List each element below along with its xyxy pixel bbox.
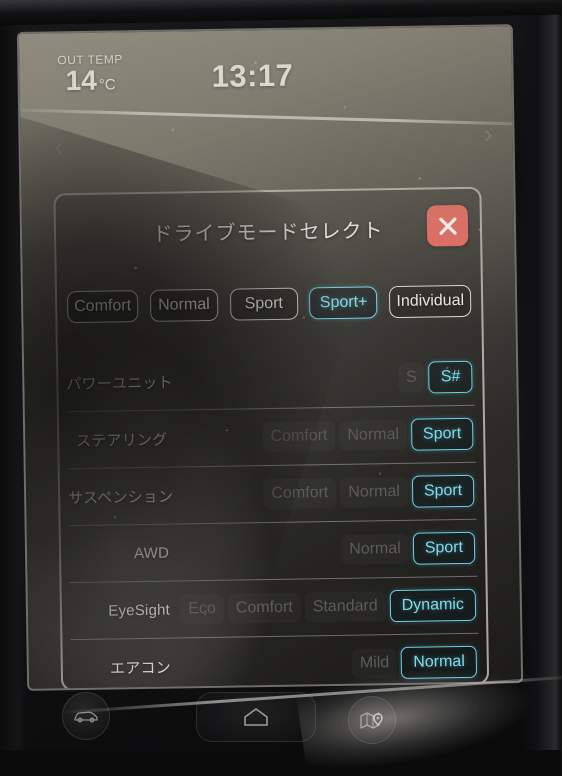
settings-option[interactable]: S# [428,360,473,394]
settings-option[interactable]: Mild [352,648,398,679]
settings-option[interactable]: Normal [339,420,407,451]
settings-row: EyeSight Eco Comfort Standard Dynamic [69,576,479,641]
drive-mode-chip-sport[interactable]: Sport [229,287,299,321]
next-page-arrow-icon[interactable]: › [484,118,493,149]
settings-row-label: ステアリング [75,431,168,450]
out-temp-unit: °C [98,76,116,94]
settings-option[interactable]: Dynamic [389,588,477,623]
settings-row: AWD Normal Sport [68,519,478,584]
settings-option[interactable]: Comfort [262,421,335,452]
home-button[interactable] [196,692,316,742]
settings-row-options: S S# [174,360,474,398]
settings-rows: パワーユニット S S# ステアリング Comfort Normal Sport サスペンショ… [65,348,479,691]
clock: 13:17 [211,57,294,94]
settings-row-label: サスペンション [68,488,174,507]
map-icon [359,710,385,730]
out-temp-value: 14 °C [65,64,115,97]
settings-option[interactable]: Sport [411,474,475,508]
map-button[interactable] [348,696,396,744]
settings-row-label: AWD [133,544,170,562]
settings-row-label: EyeSight [108,601,171,620]
settings-row-options: Comfort Normal Sport [176,474,476,512]
settings-option[interactable]: Comfort [228,593,301,624]
settings-option[interactable]: Eco [180,594,224,625]
close-x-icon [436,215,458,237]
settings-row: パワーユニット S S# [65,348,475,413]
settings-option[interactable]: Normal [341,534,409,565]
car-icon [73,709,99,723]
bezel-top-edge [0,0,562,26]
hardware-button-bar [0,654,562,776]
settings-option[interactable]: Sport [412,531,476,565]
car-button[interactable] [62,692,110,740]
prev-page-arrow-icon[interactable]: ‹ [54,131,63,162]
glass-streak [16,107,524,127]
settings-option[interactable]: Normal [340,477,408,508]
drive-mode-chip-sport[interactable]: Sport+ [309,286,378,320]
drive-mode-chip-individual[interactable]: Individual [389,284,472,319]
out-temp-number: 14 [65,64,98,97]
settings-option[interactable]: Comfort [263,478,336,509]
settings-row-options: Comfort Normal Sport [175,417,475,455]
dialog-title: ドライブモードセレクト [152,220,384,246]
status-bar: OUT TEMP 14 °C 13:17 [19,26,512,108]
settings-option[interactable]: S [398,363,425,393]
drive-mode-select-dialog: ドライブモードセレクト Comfort Normal Sport Sport+ Indi… [53,186,490,691]
infotainment-screen[interactable]: OUT TEMP 14 °C 13:17 ‹ › ドライブモードセレクト Comf… [16,24,524,691]
drive-mode-chips: Comfort Normal Sport Sport+ Individual [66,284,472,324]
settings-option[interactable]: Standard [305,591,386,622]
settings-row-options: Mild Normal [179,645,479,683]
settings-row-options: Eco Comfort Standard Dynamic [178,588,478,626]
head-unit: OUT TEMP 14 °C 13:17 ‹ › ドライブモードセレクト Comf… [0,0,562,776]
settings-row-options: Normal Sport [177,531,477,569]
home-icon [242,706,270,728]
settings-row-label: エアコン [109,659,171,678]
settings-row: サスペンション Comfort Normal Sport [67,462,477,527]
settings-row: ステアリング Comfort Normal Sport [66,405,476,470]
close-button[interactable] [426,204,469,247]
settings-option[interactable]: Sport [410,417,474,451]
bezel-right [520,0,562,750]
drive-mode-chip-normal[interactable]: Normal [149,288,219,322]
settings-row-label: パワーユニット [66,374,173,393]
settings-option[interactable]: Normal [401,645,478,679]
drive-mode-chip-comfort[interactable]: Comfort [66,290,139,324]
